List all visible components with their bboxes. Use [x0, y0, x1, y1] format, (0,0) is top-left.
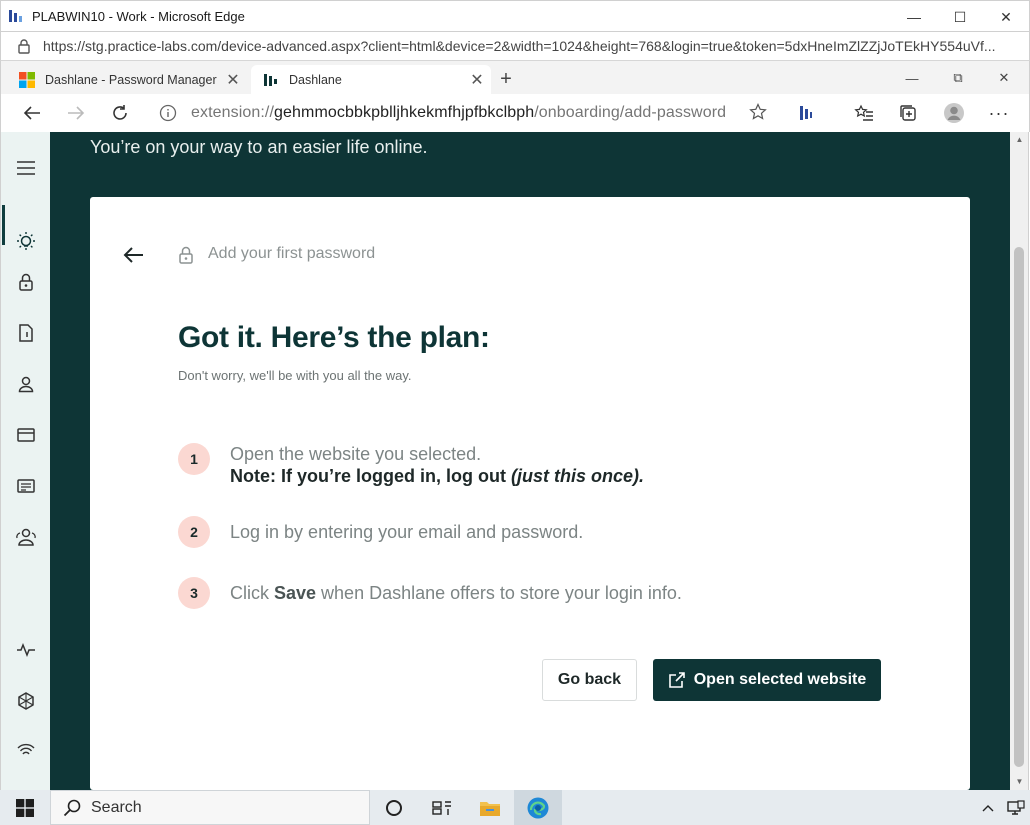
dashlane-icon	[264, 74, 277, 86]
step-text: Open the website you selected. Note: If …	[230, 443, 644, 487]
edge-taskbar-icon[interactable]	[514, 790, 562, 825]
passwords-lock-icon[interactable]	[1, 262, 51, 302]
outer-address-bar: https://stg.practice-labs.com/device-adv…	[0, 32, 1030, 60]
lock-icon	[179, 246, 193, 264]
outer-url[interactable]: https://stg.practice-labs.com/device-adv…	[43, 38, 1018, 54]
restore-icon[interactable]: ⧉	[935, 65, 981, 91]
minimize-icon[interactable]: —	[891, 1, 937, 33]
dashlane-content: You’re on your way to an easier life onl…	[50, 132, 1010, 790]
tagline: You’re on your way to an easier life onl…	[90, 137, 428, 157]
step-3-pre: Click	[230, 583, 274, 603]
vpn-icon[interactable]	[1, 730, 51, 770]
step-1-line: Open the website you selected.	[230, 444, 482, 464]
page-title: Got it. Here’s the plan:	[178, 321, 490, 354]
practice-labs-icon	[9, 10, 22, 22]
step-2: 2 Log in by entering your email and pass…	[178, 516, 583, 548]
taskbar: Search	[0, 790, 1030, 825]
tab-dashlane[interactable]: Dashlane ✕	[251, 65, 491, 95]
info-icon[interactable]	[159, 104, 177, 122]
step-text: Click Save when Dashlane offers to store…	[230, 582, 682, 604]
ids-icon[interactable]	[1, 466, 51, 506]
lock-icon	[18, 39, 30, 54]
tab-label: Dashlane - Password Manager -	[45, 73, 219, 87]
tab-label: Dashlane	[289, 73, 342, 87]
open-selected-website-label: Open selected website	[693, 671, 867, 688]
dashlane-sidebar	[0, 132, 50, 790]
tab-bar: Dashlane - Password Manager - ✕ Dashlane…	[0, 60, 1030, 95]
open-selected-website-button[interactable]: Open selected website	[653, 659, 881, 701]
tab-close-icon[interactable]: ✕	[219, 70, 247, 90]
step-number-badge: 2	[178, 516, 210, 548]
scroll-down-icon[interactable]: ▼	[1010, 774, 1029, 790]
collections-icon[interactable]	[895, 101, 921, 125]
step-3-post: when Dashlane offers to store your login…	[316, 583, 682, 603]
step-text: Log in by entering your email and passwo…	[230, 522, 584, 542]
favorite-star-icon[interactable]	[749, 103, 767, 121]
back-arrow-icon[interactable]	[122, 243, 146, 267]
search-icon	[63, 799, 81, 816]
page-subtitle: Don't worry, we'll be with you all the w…	[178, 368, 412, 383]
refresh-icon[interactable]	[107, 101, 133, 125]
url-scheme: extension://	[191, 104, 275, 121]
favorites-icon[interactable]	[851, 101, 877, 125]
outer-window-titlebar: PLABWIN10 - Work - Microsoft Edge — ☐ ✕	[0, 0, 1030, 32]
step-1: 1 Open the website you selected. Note: I…	[178, 443, 644, 487]
close-icon[interactable]: ✕	[981, 65, 1027, 91]
address-url: extension://gehmmocbbkpblljhkekmfhjpfbkc…	[191, 104, 726, 122]
personal-info-icon[interactable]	[1, 364, 51, 404]
search-label: Search	[91, 798, 142, 816]
dark-web-monitoring-icon[interactable]	[1, 681, 51, 721]
password-health-icon[interactable]	[1, 630, 51, 670]
forward-icon[interactable]	[63, 101, 89, 125]
dashlane-extension-icon[interactable]	[793, 101, 819, 125]
close-icon[interactable]: ✕	[983, 1, 1029, 33]
tab-dashlane-password-manager[interactable]: Dashlane - Password Manager - ✕	[7, 65, 247, 95]
outer-window-title: PLABWIN10 - Work - Microsoft Edge	[32, 8, 245, 24]
system-tray	[974, 790, 1030, 825]
new-tab-icon[interactable]: +	[495, 68, 517, 90]
task-view-icon[interactable]	[418, 790, 466, 825]
breadcrumb: Add your first password	[208, 245, 376, 262]
step-1-note-emphasis: (just this once).	[510, 466, 644, 486]
taskbar-search[interactable]: Search	[50, 790, 370, 825]
step-number-badge: 1	[178, 443, 210, 475]
vertical-scrollbar[interactable]: ▲ ▼	[1010, 132, 1029, 790]
url-host: gehmmocbbkpblljhkekmfhjpfbkclbph	[274, 104, 535, 121]
step-3: 3 Click Save when Dashlane offers to sto…	[178, 577, 682, 609]
payments-card-icon[interactable]	[1, 415, 51, 455]
sharing-center-icon[interactable]	[1, 517, 51, 557]
scroll-up-icon[interactable]: ▲	[1010, 132, 1029, 148]
tray-chevron-up-icon[interactable]	[974, 790, 1002, 825]
microsoft-icon	[19, 72, 35, 88]
browser-toolbar: extension://gehmmocbbkpblljhkekmfhjpfbkc…	[0, 94, 1030, 132]
url-path: /onboarding/add-password	[534, 104, 727, 121]
menu-icon[interactable]	[1, 148, 51, 188]
back-icon[interactable]	[19, 101, 45, 125]
external-link-icon	[668, 672, 685, 688]
onboarding-card: Add your first password Got it. Here’s t…	[90, 197, 970, 790]
step-3-save: Save	[274, 583, 317, 603]
more-options-icon[interactable]: ···	[986, 101, 1012, 125]
secure-notes-icon[interactable]	[1, 313, 51, 353]
windows-start-icon[interactable]	[0, 790, 50, 825]
go-back-button[interactable]: Go back	[542, 659, 637, 701]
step-1-note: Note: If you’re logged in, log out	[230, 466, 511, 486]
tab-close-icon[interactable]: ✕	[463, 70, 491, 90]
scrollbar-thumb[interactable]	[1014, 247, 1024, 767]
lightbulb-icon[interactable]	[1, 221, 51, 261]
address-bar[interactable]: extension://gehmmocbbkpblljhkekmfhjpfbkc…	[151, 99, 776, 127]
profile-avatar-icon[interactable]	[941, 101, 967, 125]
minimize-icon[interactable]: —	[889, 65, 935, 91]
maximize-icon[interactable]: ☐	[937, 1, 983, 33]
step-number-badge: 3	[178, 577, 210, 609]
cortana-icon[interactable]	[370, 790, 418, 825]
file-explorer-icon[interactable]	[466, 790, 514, 825]
network-icon[interactable]	[1002, 790, 1030, 825]
